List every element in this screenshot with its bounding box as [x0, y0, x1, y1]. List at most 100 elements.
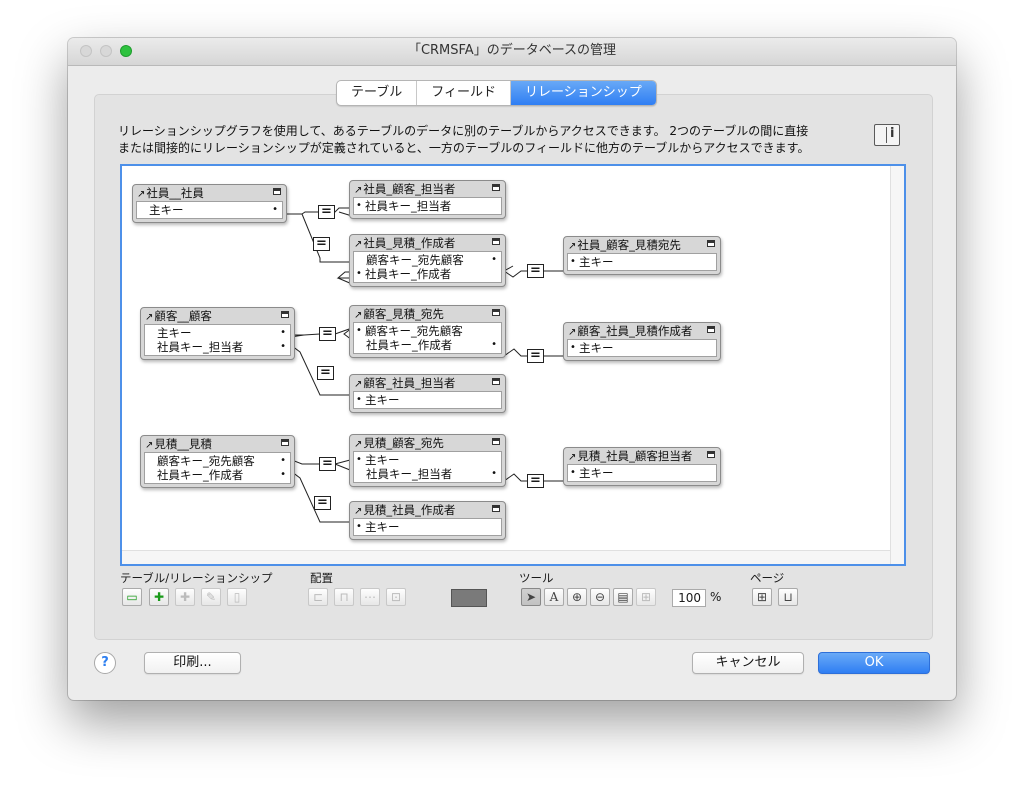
- table-arrow-icon: ↗: [568, 241, 577, 252]
- resize-icon[interactable]: ⊡: [386, 588, 406, 606]
- field-item[interactable]: 主キー: [145, 326, 290, 340]
- table-arrow-icon: ↗: [354, 379, 363, 390]
- collapse-icon[interactable]: [492, 309, 500, 316]
- table-occurrence[interactable]: ↗顧客__顧客 主キー 社員キー_担当者: [140, 307, 295, 360]
- table-occurrence-name: 顧客_社員_見積作成者: [577, 324, 693, 338]
- field-item[interactable]: 主キー: [354, 453, 501, 467]
- field-item[interactable]: 顧客キー_宛先顧客: [354, 324, 501, 338]
- minimize-window-button[interactable]: [100, 45, 112, 57]
- distribute-icon[interactable]: ⋯: [360, 588, 380, 606]
- resize-tables-icon[interactable]: ⊞: [636, 588, 656, 606]
- table-occurrence[interactable]: ↗顧客_社員_見積作成者 主キー: [563, 322, 721, 361]
- table-occurrence-name: 見積_社員_顧客担当者: [577, 449, 693, 463]
- field-item[interactable]: 主キー: [137, 203, 282, 217]
- table-occurrence-name: 顧客__顧客: [154, 309, 212, 323]
- field-item[interactable]: 主キー: [354, 393, 501, 407]
- table-occurrence[interactable]: ↗社員_見積_作成者 顧客キー_宛先顧客 社員キー_作成者: [349, 234, 506, 287]
- relationship-symbol[interactable]: =: [313, 237, 330, 251]
- close-window-button[interactable]: [80, 45, 92, 57]
- table-occurrence[interactable]: ↗見積_社員_作成者 主キー: [349, 501, 506, 540]
- fit-window-icon[interactable]: ▤: [613, 588, 633, 606]
- page-breaks-icon[interactable]: ⊞: [752, 588, 772, 606]
- table-occurrence[interactable]: ↗見積_社員_顧客担当者 主キー: [563, 447, 721, 486]
- tab-fields[interactable]: フィールド: [417, 81, 511, 105]
- delete-trash-icon[interactable]: ▯: [227, 588, 247, 606]
- collapse-icon[interactable]: [492, 238, 500, 245]
- title-bar[interactable]: 「CRMSFA」のデータベースの管理: [68, 38, 956, 66]
- zoom-level-field[interactable]: 100: [672, 589, 706, 607]
- field-item[interactable]: 主キー: [568, 255, 716, 269]
- table-arrow-icon: ↗: [145, 440, 154, 451]
- relationship-symbol[interactable]: =: [319, 457, 336, 471]
- relationship-symbol[interactable]: =: [527, 264, 544, 278]
- help-button[interactable]: ?: [94, 652, 116, 674]
- tab-tables[interactable]: テーブル: [337, 81, 418, 105]
- print-button[interactable]: 印刷...: [144, 652, 241, 674]
- collapse-icon[interactable]: [707, 240, 715, 247]
- cancel-button[interactable]: キャンセル: [692, 652, 804, 674]
- window-title: 「CRMSFA」のデータベースの管理: [407, 43, 617, 58]
- duplicate-button[interactable]: ✚: [175, 588, 195, 606]
- align-top-icon[interactable]: ⊓: [334, 588, 354, 606]
- relationship-symbol[interactable]: =: [314, 496, 331, 510]
- field-item[interactable]: 社員キー_作成者: [145, 468, 290, 482]
- page-setup-icon[interactable]: ⊔: [778, 588, 798, 606]
- text-tool-icon[interactable]: A: [544, 588, 564, 606]
- relationship-symbol[interactable]: =: [317, 366, 334, 380]
- table-occurrence-name: 社員_顧客_見積宛先: [577, 238, 681, 252]
- table-occurrence[interactable]: ↗社員_顧客_見積宛先 主キー: [563, 236, 721, 275]
- manage-database-window: 「CRMSFA」のデータベースの管理 テーブル フィールド リレーションシップ …: [68, 38, 956, 700]
- collapse-icon[interactable]: [707, 326, 715, 333]
- field-item[interactable]: 主キー: [568, 466, 716, 480]
- collapse-icon[interactable]: [492, 378, 500, 385]
- field-item[interactable]: 社員キー_担当者: [354, 467, 501, 481]
- collapse-icon[interactable]: [707, 451, 715, 458]
- table-arrow-icon: ↗: [354, 506, 363, 517]
- vertical-scroll-area[interactable]: [890, 166, 904, 564]
- ok-button[interactable]: OK: [818, 652, 930, 674]
- relationship-symbol[interactable]: =: [527, 474, 544, 488]
- tab-relationships[interactable]: リレーションシップ: [510, 81, 656, 105]
- add-relationship-button[interactable]: ✚: [149, 588, 169, 606]
- table-occurrence-name: 見積_社員_作成者: [363, 503, 456, 517]
- edit-pencil-icon[interactable]: ✎: [201, 588, 221, 606]
- field-item[interactable]: 社員キー_作成者: [354, 338, 501, 352]
- zoom-unit: %: [710, 590, 722, 604]
- table-occurrence-name: 社員_顧客_担当者: [363, 182, 456, 196]
- field-item[interactable]: 顧客キー_宛先顧客: [145, 454, 290, 468]
- field-item[interactable]: 主キー: [354, 520, 501, 534]
- collapse-icon[interactable]: [281, 439, 289, 446]
- relationship-symbol[interactable]: =: [319, 327, 336, 341]
- table-occurrence[interactable]: ↗見積_顧客_宛先 主キー 社員キー_担当者: [349, 434, 506, 487]
- collapse-icon[interactable]: [273, 188, 281, 195]
- info-panel-button[interactable]: i: [874, 124, 900, 146]
- collapse-icon[interactable]: [281, 311, 289, 318]
- add-table-button[interactable]: ▭: [122, 588, 142, 606]
- horizontal-scroll-area[interactable]: [122, 550, 904, 564]
- table-occurrence[interactable]: ↗社員_顧客_担当者 社員キー_担当者: [349, 180, 506, 219]
- table-arrow-icon: ↗: [354, 185, 363, 196]
- relationship-symbol[interactable]: =: [318, 205, 335, 219]
- align-left-icon[interactable]: ⊏: [308, 588, 328, 606]
- field-item[interactable]: 社員キー_担当者: [354, 199, 501, 213]
- zoom-in-icon[interactable]: ⊕: [567, 588, 587, 606]
- color-swatch[interactable]: [451, 589, 487, 607]
- field-item[interactable]: 主キー: [568, 341, 716, 355]
- collapse-icon[interactable]: [492, 184, 500, 191]
- field-item[interactable]: 社員キー_作成者: [354, 267, 501, 281]
- relationship-symbol[interactable]: =: [527, 349, 544, 363]
- collapse-icon[interactable]: [492, 438, 500, 445]
- relationship-graph-canvas[interactable]: ↗社員__社員 主キー ↗顧客__顧客 主キー 社員キー_担当者 ↗見積__見積…: [120, 164, 906, 566]
- table-arrow-icon: ↗: [568, 452, 577, 463]
- zoom-window-button[interactable]: [120, 45, 132, 57]
- field-item[interactable]: 社員キー_担当者: [145, 340, 290, 354]
- pointer-tool-icon[interactable]: ➤: [521, 588, 541, 606]
- zoom-out-icon[interactable]: ⊖: [590, 588, 610, 606]
- table-occurrence[interactable]: ↗見積__見積 顧客キー_宛先顧客 社員キー_作成者: [140, 435, 295, 488]
- table-occurrence[interactable]: ↗顧客_社員_担当者 主キー: [349, 374, 506, 413]
- collapse-icon[interactable]: [492, 505, 500, 512]
- table-occurrence[interactable]: ↗顧客_見積_宛先 顧客キー_宛先顧客 社員キー_作成者: [349, 305, 506, 358]
- field-item[interactable]: 顧客キー_宛先顧客: [354, 253, 501, 267]
- table-occurrence[interactable]: ↗社員__社員 主キー: [132, 184, 287, 223]
- table-occurrence-name: 見積__見積: [154, 437, 212, 451]
